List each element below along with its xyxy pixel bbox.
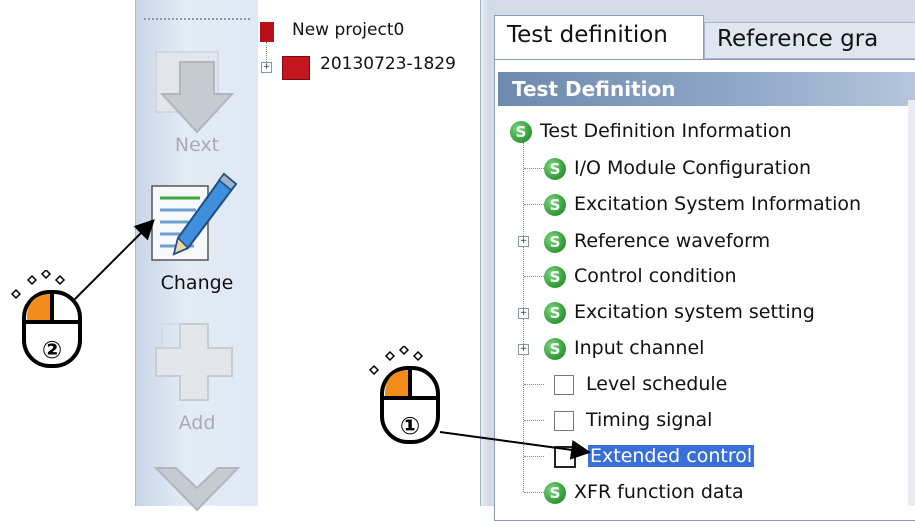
s-status-icon: S bbox=[544, 481, 566, 504]
edit-pencil-icon bbox=[151, 172, 238, 261]
tree-item-io-module[interactable]: S I/O Module Configuration bbox=[544, 153, 811, 183]
tree-item-level-schedule[interactable]: Level schedule bbox=[552, 369, 727, 399]
step-number-1: ① bbox=[399, 412, 421, 440]
down-arrow-icon bbox=[155, 51, 235, 134]
expand-toggle[interactable]: + bbox=[518, 344, 529, 355]
change-label: Change bbox=[160, 272, 234, 294]
tree-item-label: Input channel bbox=[574, 337, 705, 359]
move-down-icon[interactable] bbox=[136, 462, 258, 512]
plus-icon bbox=[155, 323, 233, 401]
expand-toggle[interactable]: + bbox=[261, 62, 272, 73]
tree-item-label: Excitation System Information bbox=[574, 193, 862, 215]
tree-item-excitation-info[interactable]: S Excitation System Information bbox=[544, 189, 861, 219]
scrollbar[interactable] bbox=[908, 100, 915, 506]
tree-item-extended-control[interactable]: Extended control bbox=[552, 441, 755, 471]
tree-item-xfr-function[interactable]: S XFR function data bbox=[544, 477, 744, 507]
definition-panel: Reference gra Test definition Test Defin… bbox=[490, 0, 915, 521]
mouse-click-icon: ① bbox=[368, 346, 440, 444]
add-label: Add bbox=[178, 412, 216, 434]
expand-toggle[interactable]: + bbox=[518, 236, 529, 247]
project-root-label: New project0 bbox=[292, 20, 405, 40]
s-status-icon: S bbox=[544, 301, 566, 324]
change-button[interactable]: Change bbox=[136, 168, 258, 308]
s-status-icon: S bbox=[544, 193, 566, 216]
tree-item-excitation-setting[interactable]: S Excitation system setting bbox=[544, 297, 815, 327]
toolbar-grip[interactable] bbox=[144, 18, 250, 20]
tab-reference-graph[interactable]: Reference gra bbox=[704, 22, 915, 59]
tree-item-control-condition[interactable]: S Control condition bbox=[544, 261, 737, 291]
empty-status-icon bbox=[554, 445, 576, 468]
tree-item-label: Reference waveform bbox=[574, 230, 771, 252]
next-button[interactable]: Next bbox=[136, 22, 258, 162]
tree-root-label: Test Definition Information bbox=[540, 120, 792, 142]
tree-item-reference-waveform[interactable]: S Reference waveform bbox=[544, 226, 770, 256]
add-button[interactable]: Add bbox=[136, 318, 258, 458]
s-status-icon: S bbox=[544, 157, 566, 180]
next-label: Next bbox=[174, 134, 220, 156]
s-status-icon: S bbox=[544, 337, 566, 360]
tree-item-input-channel[interactable]: S Input channel bbox=[544, 333, 704, 363]
empty-status-icon bbox=[554, 410, 574, 431]
s-status-icon: S bbox=[544, 265, 566, 288]
project-child-label: 20130723-1829 bbox=[320, 54, 456, 74]
empty-status-icon bbox=[554, 374, 574, 395]
test-file-icon bbox=[282, 56, 310, 80]
expand-toggle[interactable]: + bbox=[518, 308, 529, 319]
section-header: Test Definition bbox=[498, 72, 915, 106]
project-folder-icon bbox=[260, 22, 274, 42]
selected-item-label: Extended control bbox=[588, 445, 755, 467]
tree-item-label: Control condition bbox=[574, 265, 737, 287]
s-status-icon: S bbox=[510, 120, 532, 143]
tree-item-timing-signal[interactable]: Timing signal bbox=[552, 405, 712, 435]
tree-item-label: Timing signal bbox=[586, 409, 713, 431]
vertical-toolbar: Next Change Add bbox=[135, 0, 259, 512]
tree-item-label: Level schedule bbox=[586, 373, 728, 395]
tree-item-label: XFR function data bbox=[574, 481, 744, 503]
tree-item-label: I/O Module Configuration bbox=[574, 157, 811, 179]
mouse-click-icon: ② bbox=[10, 270, 82, 368]
tab-test-definition[interactable]: Test definition bbox=[494, 15, 704, 59]
step-number-2: ② bbox=[41, 336, 63, 364]
s-status-icon: S bbox=[544, 230, 566, 253]
tree-root[interactable]: S Test Definition Information bbox=[510, 116, 791, 146]
tree-item-label: Excitation system setting bbox=[574, 301, 815, 323]
